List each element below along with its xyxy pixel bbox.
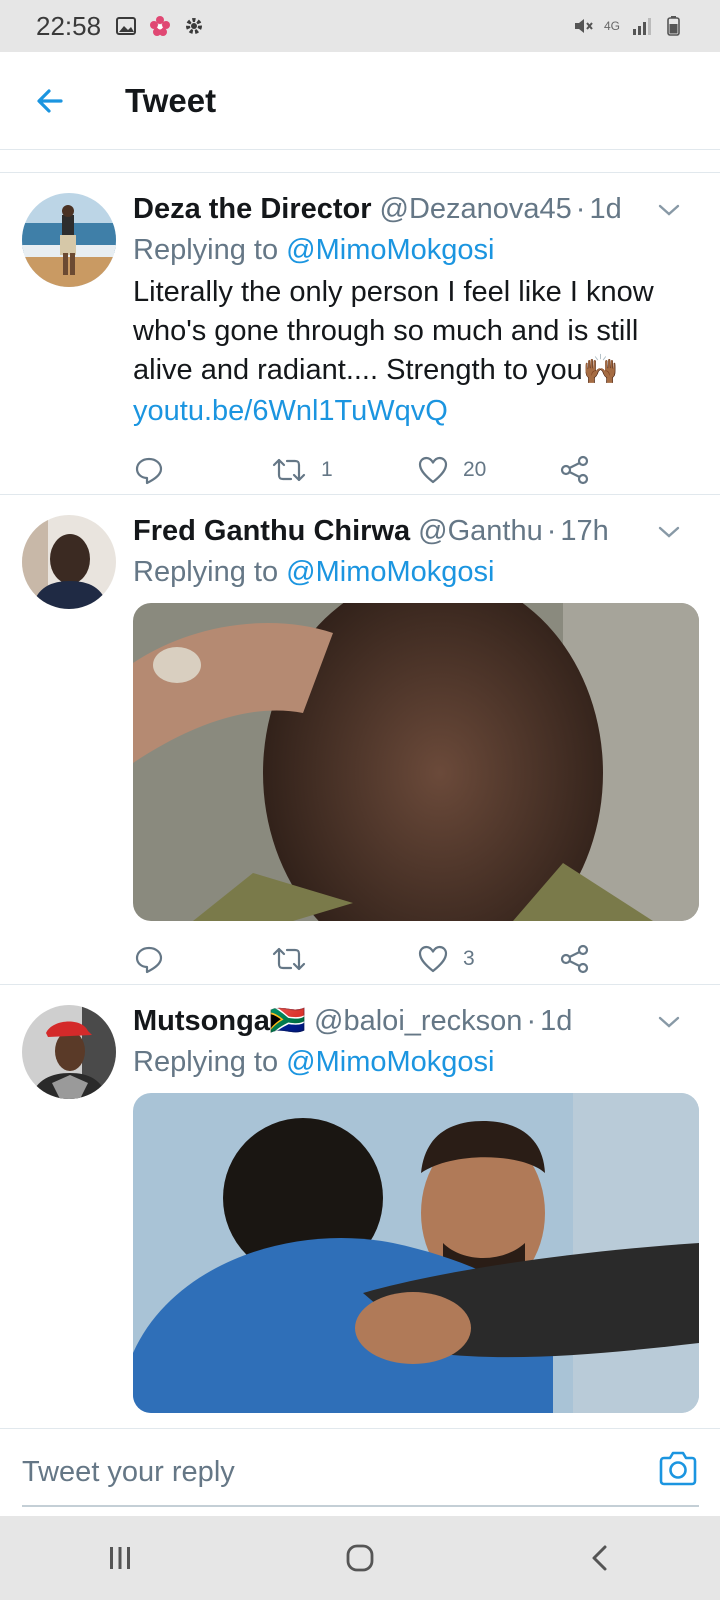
- author-name[interactable]: Fred Ganthu Chirwa: [133, 511, 410, 551]
- tweet-url-link[interactable]: youtu.be/6Wnl1TuWqvQ: [133, 390, 686, 432]
- share-icon: [560, 455, 589, 485]
- mention-link[interactable]: @MimoMokgosi: [286, 1046, 494, 1078]
- app-header: Tweet: [0, 52, 720, 150]
- status-time: 22:58: [36, 10, 102, 41]
- mute-icon: [574, 19, 593, 33]
- reply-composer: [0, 1428, 720, 1516]
- speech-bubble-icon: [135, 457, 163, 485]
- author-name[interactable]: Mutsonga🇿🇦: [133, 1001, 306, 1041]
- camera-icon: [659, 1451, 697, 1486]
- gallery-icon: [116, 17, 137, 35]
- chevron-down-icon[interactable]: [654, 517, 684, 547]
- photo-image: [133, 603, 699, 921]
- tweet-header: Deza the Director @Dezanova45 · 1d: [133, 189, 686, 229]
- tweet-text: Literally the only person I feel like I …: [133, 276, 654, 386]
- replying-to: Replying to @MimoMokgosi: [133, 229, 686, 271]
- avatar-image: [22, 515, 116, 609]
- home-button[interactable]: [320, 1528, 400, 1588]
- photo-image: [133, 1093, 699, 1413]
- system-nav-bar: [0, 1516, 720, 1600]
- recent-apps-icon: [110, 1547, 130, 1569]
- status-bar: 22:58 4G: [0, 0, 720, 52]
- retweet-button[interactable]: [271, 943, 417, 975]
- avatar[interactable]: [22, 515, 116, 609]
- avatar-image: [22, 193, 116, 287]
- signal-icon: [633, 18, 651, 35]
- replying-to: Replying to @MimoMokgosi: [133, 1041, 686, 1083]
- home-icon: [346, 1544, 374, 1572]
- reply-button[interactable]: [133, 943, 271, 975]
- speech-bubble-icon: [135, 946, 163, 974]
- arrow-left-icon: [37, 88, 63, 113]
- like-count: 3: [463, 947, 475, 970]
- retweet-button[interactable]: 1: [271, 454, 417, 486]
- like-button[interactable]: 20: [417, 454, 559, 486]
- replying-prefix: Replying to: [133, 556, 287, 588]
- tweet-photo[interactable]: [133, 603, 699, 921]
- notification-icons: [115, 15, 205, 37]
- separator-dot: ·: [546, 515, 557, 547]
- chevron-down-icon[interactable]: [654, 195, 684, 225]
- back-button[interactable]: [20, 71, 80, 131]
- tweet-time: 17h: [560, 515, 609, 547]
- author-name[interactable]: Deza the Director: [133, 189, 372, 229]
- retweet-icon: [272, 947, 306, 971]
- status-right-icons: 4G: [572, 15, 684, 37]
- chevron-down-icon[interactable]: [654, 1007, 684, 1037]
- reply-button[interactable]: [133, 454, 271, 486]
- avatar[interactable]: [22, 193, 116, 287]
- separator-dot: ·: [526, 1005, 537, 1037]
- author-handle[interactable]: @baloi_reckson: [314, 1001, 522, 1041]
- settings-gear-icon: [186, 18, 203, 34]
- tweet-photo[interactable]: [133, 1093, 699, 1413]
- like-count: 20: [463, 458, 487, 481]
- author-handle[interactable]: @Dezanova45: [380, 189, 572, 229]
- share-button[interactable]: [559, 454, 591, 486]
- tweet[interactable]: Mutsonga🇿🇦 @baloi_reckson · 1d Replying …: [0, 985, 720, 1428]
- tweet-time: 1d: [589, 193, 622, 225]
- retweet-count: 1: [321, 458, 333, 481]
- flower-icon: [150, 16, 171, 36]
- share-button[interactable]: [559, 943, 591, 975]
- battery-icon: [667, 16, 680, 36]
- replying-prefix: Replying to: [133, 1046, 287, 1078]
- network-type: 4G: [603, 19, 620, 33]
- author-handle[interactable]: @Ganthu: [418, 511, 543, 551]
- tweet[interactable]: Deza the Director @Dezanova45 · 1d Reply…: [0, 173, 720, 495]
- like-button[interactable]: 3: [417, 943, 559, 975]
- camera-button[interactable]: [656, 1447, 700, 1491]
- input-underline: [22, 1505, 699, 1507]
- tweet[interactable]: Fred Ganthu Chirwa @Ganthu · 17h Replyin…: [0, 495, 720, 985]
- heart-icon: [418, 456, 448, 484]
- share-icon: [560, 944, 589, 974]
- heart-icon: [418, 945, 448, 973]
- mention-link[interactable]: @MimoMokgosi: [286, 234, 494, 266]
- mention-link[interactable]: @MimoMokgosi: [286, 556, 494, 588]
- avatar-image: [22, 1005, 116, 1099]
- replying-to: Replying to @MimoMokgosi: [133, 551, 686, 593]
- retweet-icon: [272, 458, 306, 482]
- recent-apps-button[interactable]: [80, 1528, 160, 1588]
- tweet-body: Mutsonga🇿🇦 @baloi_reckson · 1d Replying …: [133, 1001, 699, 1413]
- tweet-header: Fred Ganthu Chirwa @Ganthu · 17h: [133, 511, 686, 551]
- tweet-header: Mutsonga🇿🇦 @baloi_reckson · 1d: [133, 1001, 686, 1041]
- separator-dot: ·: [575, 193, 586, 225]
- chevron-left-icon: [592, 1545, 607, 1571]
- page-title: Tweet: [125, 81, 217, 119]
- reply-feed[interactable]: Deza the Director @Dezanova45 · 1d Reply…: [0, 173, 720, 1428]
- avatar[interactable]: [22, 1005, 116, 1099]
- replying-prefix: Replying to: [133, 234, 287, 266]
- reply-input[interactable]: [22, 1443, 622, 1501]
- tweet-body: Fred Ganthu Chirwa @Ganthu · 17h Replyin…: [133, 511, 699, 997]
- tweet-time: 1d: [540, 1005, 573, 1037]
- tweet-body: Deza the Director @Dezanova45 · 1d Reply…: [133, 189, 686, 508]
- system-back-button[interactable]: [560, 1528, 640, 1588]
- divider: [0, 151, 720, 173]
